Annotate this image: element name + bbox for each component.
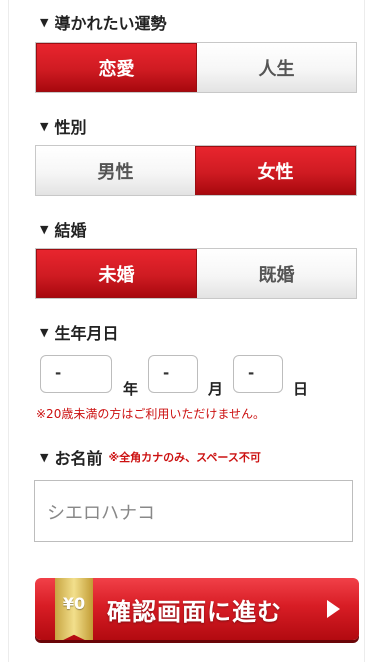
right-border xyxy=(364,0,365,662)
gender-label-text: 性別 xyxy=(54,118,87,137)
fortune-option-life[interactable]: 人生 xyxy=(197,43,356,92)
name-label-text: お名前 xyxy=(54,449,103,468)
gender-option-female[interactable]: 女性 xyxy=(195,146,356,195)
marriage-toggle: 未婚 既婚 xyxy=(35,248,357,299)
confirm-button-label: 確認画面に進む xyxy=(107,597,282,626)
birth-day-select[interactable]: - xyxy=(233,355,283,393)
marriage-option-single[interactable]: 未婚 xyxy=(36,249,197,298)
birthdate-label-text: 生年月日 xyxy=(54,324,119,343)
marriage-option-married[interactable]: 既婚 xyxy=(197,249,356,298)
marriage-label: ▼ 結婚 xyxy=(40,217,86,241)
gender-toggle: 男性 女性 xyxy=(35,145,357,196)
age-restriction-note: ※20歳未満の方はご利用いただけません。 xyxy=(36,407,265,421)
left-border xyxy=(8,0,9,662)
fortune-toggle: 恋愛 人生 xyxy=(35,42,357,93)
year-unit: 年 xyxy=(123,380,139,398)
name-label: ▼ お名前 ※全角カナのみ、スペース不可 xyxy=(40,445,261,469)
birth-year-select[interactable]: - xyxy=(40,355,112,393)
gender-option-male[interactable]: 男性 xyxy=(36,146,195,195)
name-input[interactable]: シエロハナコ xyxy=(34,480,353,542)
birthdate-label: ▼ 生年月日 xyxy=(40,320,118,344)
fortune-form: ▼ 導かれたい運勢 恋愛 人生 ▼ 性別 男性 女性 ▼ 結婚 未婚 既婚 ▼ … xyxy=(0,0,373,662)
triangle-down-icon: ▼ xyxy=(40,222,49,236)
month-unit: 月 xyxy=(208,380,224,398)
fortune-label: ▼ 導かれたい運勢 xyxy=(40,10,166,34)
gender-label: ▼ 性別 xyxy=(40,114,86,138)
confirm-button[interactable]: ¥0 確認画面に進む xyxy=(35,578,359,640)
fortune-label-text: 導かれたい運勢 xyxy=(54,14,167,33)
triangle-down-icon: ▼ xyxy=(40,15,49,29)
triangle-down-icon: ▼ xyxy=(40,450,49,464)
play-arrow-icon xyxy=(327,600,340,618)
marriage-label-text: 結婚 xyxy=(54,221,87,240)
triangle-down-icon: ▼ xyxy=(40,119,49,133)
triangle-down-icon: ▼ xyxy=(40,325,49,339)
name-note: ※全角カナのみ、スペース不可 xyxy=(108,451,261,464)
free-badge: ¥0 xyxy=(55,578,93,640)
birth-month-select[interactable]: - xyxy=(148,355,198,393)
fortune-option-love[interactable]: 恋愛 xyxy=(36,43,197,92)
day-unit: 日 xyxy=(293,380,309,398)
